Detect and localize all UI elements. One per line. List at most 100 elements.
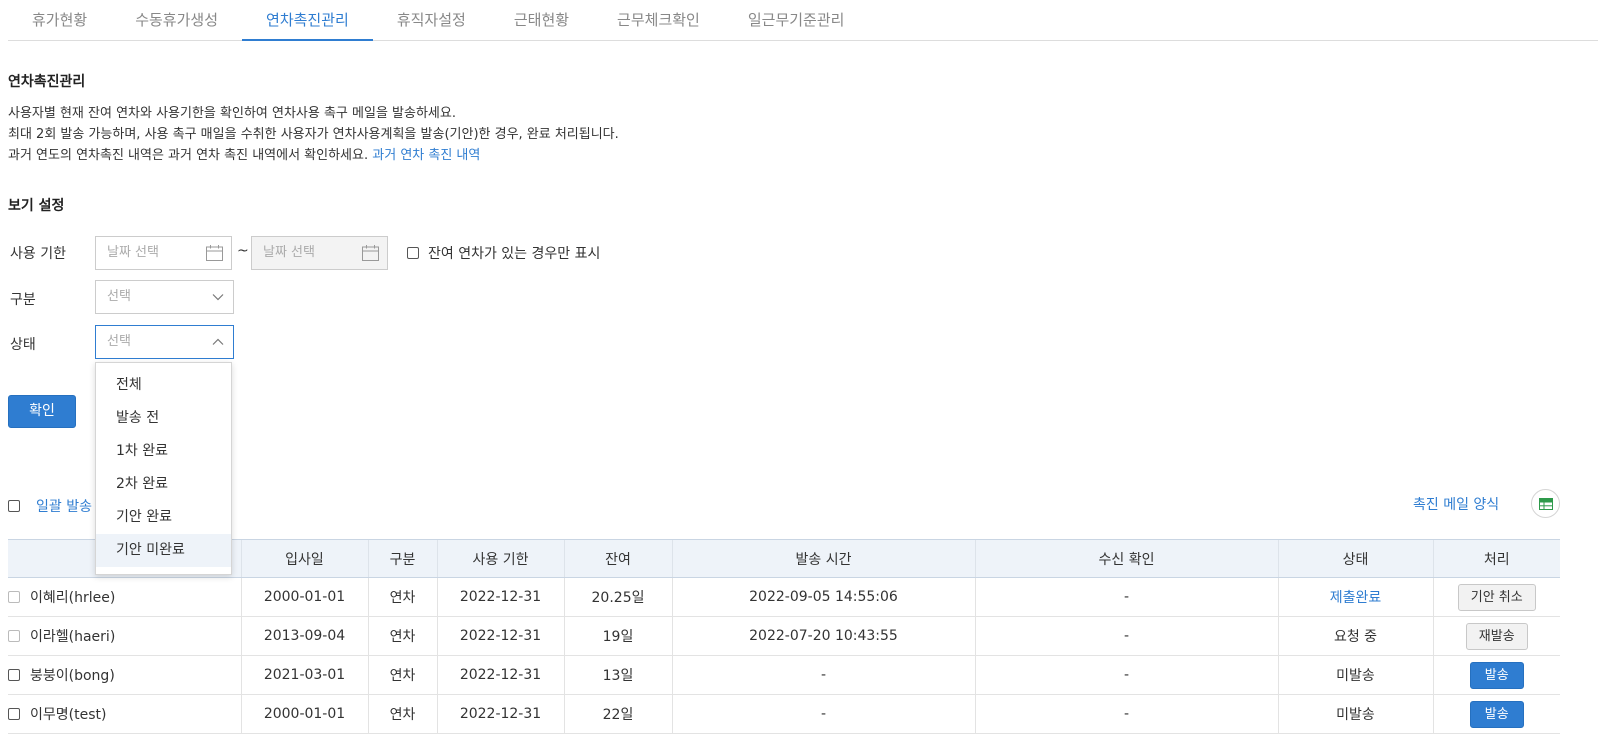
- deadline-cell: 2022-12-31: [436, 616, 564, 656]
- send-button[interactable]: 발송: [1469, 700, 1524, 728]
- usage-period-label: 사용 기한: [10, 246, 66, 262]
- status-cell: 미발송: [1277, 694, 1433, 734]
- table-row: 이라헬(haeri) 2013-09-04 연차 2022-12-31 19일 …: [8, 616, 1560, 656]
- row-checkbox[interactable]: [8, 630, 20, 642]
- chevron-up-icon: [212, 338, 224, 345]
- deadline-cell: 2022-12-31: [436, 577, 564, 617]
- spreadsheet-icon: [1539, 498, 1553, 510]
- row-checkbox[interactable]: [8, 591, 20, 603]
- row-checkbox[interactable]: [8, 708, 20, 720]
- tab-daily-work-standard[interactable]: 일근무기준관리: [724, 0, 869, 41]
- table-header-row: 입사일 구분 사용 기한 잔여 발송 시간 수신 확인 상태 처리: [8, 539, 1560, 578]
- status-placeholder: 선택: [107, 334, 131, 349]
- top-tab-bar: 휴가현황 수동휴가생성 연차촉진관리 휴직자설정 근태현황 근무체크확인 일근무…: [8, 0, 1598, 41]
- tab-annual-promotion[interactable]: 연차촉진관리: [242, 0, 373, 41]
- deadline-cell: 2022-12-31: [436, 694, 564, 734]
- desc-line-3: 과거 연도의 연차촉진 내역은 과거 연차 촉진 내역에서 확인하세요. 과거 …: [8, 145, 619, 166]
- col-header-status: 상태: [1277, 539, 1433, 578]
- past-promotion-link[interactable]: 과거 연차 촉진 내역: [372, 148, 480, 163]
- bulk-send-link[interactable]: 일괄 발송: [36, 496, 92, 516]
- tab-vacation-status[interactable]: 휴가현황: [8, 0, 111, 41]
- desc-line-1: 사용자별 현재 잔여 연차와 사용기한을 확인하여 연차사용 촉구 메일을 발송…: [8, 106, 456, 121]
- tab-work-check[interactable]: 근무체크확인: [593, 0, 724, 41]
- user-name: 이무명(test): [30, 707, 107, 723]
- mail-template-link[interactable]: 촉진 메일 양식: [1413, 494, 1499, 514]
- promotion-table: 입사일 구분 사용 기한 잔여 발송 시간 수신 확인 상태 처리 이혜리(hr…: [8, 539, 1560, 734]
- name-cell: 이라헬(haeri): [8, 616, 241, 656]
- category-label: 구분: [10, 292, 36, 308]
- status-submitted-link[interactable]: 제출완료: [1330, 590, 1382, 606]
- send-button[interactable]: 발송: [1469, 661, 1524, 689]
- action-cell: 발송: [1432, 655, 1560, 695]
- cancel-draft-button[interactable]: 기안 취소: [1457, 583, 1536, 611]
- received-cell: -: [974, 577, 1278, 617]
- status-cell: 제출완료: [1277, 577, 1433, 617]
- status-cell: 요청 중: [1277, 616, 1433, 656]
- sent-time-cell: 2022-09-05 14:55:06: [671, 577, 975, 617]
- tab-leave-settings[interactable]: 휴직자설정: [373, 0, 490, 41]
- sent-time-cell: 2022-07-20 10:43:55: [671, 616, 975, 656]
- received-cell: -: [974, 655, 1278, 695]
- type-cell: 연차: [367, 577, 437, 617]
- select-all-checkbox[interactable]: [8, 500, 20, 512]
- confirm-button[interactable]: 확인: [8, 395, 76, 428]
- category-placeholder: 선택: [107, 289, 131, 304]
- remaining-only-label: 잔여 연차가 있는 경우만 표시: [428, 246, 601, 262]
- user-name: 붕붕이(bong): [30, 668, 115, 684]
- action-cell: 기안 취소: [1432, 577, 1560, 617]
- remaining-cell: 13일: [563, 655, 672, 695]
- name-cell: 붕붕이(bong): [8, 655, 241, 695]
- date-range-tilde: ~: [237, 243, 249, 259]
- col-header-received: 수신 확인: [974, 539, 1278, 578]
- user-name: 이혜리(hrlee): [30, 590, 116, 606]
- join-date-cell: 2021-03-01: [240, 655, 368, 695]
- status-cell: 미발송: [1277, 655, 1433, 695]
- end-date-placeholder: 날짜 선택: [263, 245, 315, 260]
- name-cell: 이혜리(hrlee): [8, 577, 241, 617]
- remaining-only-option: 잔여 연차가 있는 경우만 표시: [407, 243, 600, 263]
- sent-time-cell: -: [671, 655, 975, 695]
- end-date-input[interactable]: 날짜 선택: [251, 236, 388, 270]
- join-date-cell: 2000-01-01: [240, 694, 368, 734]
- col-header-deadline: 사용 기한: [436, 539, 564, 578]
- col-header-type: 구분: [367, 539, 437, 578]
- desc-line-2: 최대 2회 발송 가능하며, 사용 촉구 매일을 수취한 사용자가 연차사용계획…: [8, 127, 619, 142]
- join-date-cell: 2000-01-01: [240, 577, 368, 617]
- action-cell: 발송: [1432, 694, 1560, 734]
- deadline-cell: 2022-12-31: [436, 655, 564, 695]
- status-option-first-done[interactable]: 1차 완료: [96, 435, 231, 468]
- remaining-only-checkbox[interactable]: [407, 247, 419, 259]
- excel-download-button[interactable]: [1531, 489, 1560, 518]
- status-option-all[interactable]: 전체: [96, 369, 231, 402]
- bulk-send-bar: 일괄 발송: [8, 496, 92, 516]
- calendar-icon: [206, 245, 223, 261]
- status-dropdown-menu: 전체 발송 전 1차 완료 2차 완료 기안 완료 기안 미완료: [95, 362, 232, 575]
- status-option-before-send[interactable]: 발송 전: [96, 402, 231, 435]
- status-label: 상태: [10, 337, 36, 353]
- col-header-sent-time: 발송 시간: [671, 539, 975, 578]
- remaining-cell: 19일: [563, 616, 672, 656]
- page-title: 연차촉진관리: [8, 74, 86, 90]
- start-date-placeholder: 날짜 선택: [107, 245, 159, 260]
- status-option-draft-done[interactable]: 기안 완료: [96, 501, 231, 534]
- tab-attendance-status[interactable]: 근태현황: [490, 0, 593, 41]
- user-name: 이라헬(haeri): [30, 629, 116, 645]
- table-row: 붕붕이(bong) 2021-03-01 연차 2022-12-31 13일 -…: [8, 655, 1560, 695]
- desc-line-3-text: 과거 연도의 연차촉진 내역은 과거 연차 촉진 내역에서 확인하세요.: [8, 148, 369, 163]
- received-cell: -: [974, 616, 1278, 656]
- col-header-action: 처리: [1432, 539, 1560, 578]
- resend-button[interactable]: 재발송: [1465, 622, 1528, 650]
- page-description: 사용자별 현재 잔여 연차와 사용기한을 확인하여 연차사용 촉구 메일을 발송…: [8, 103, 619, 166]
- category-select[interactable]: 선택: [95, 280, 234, 314]
- start-date-input[interactable]: 날짜 선택: [95, 236, 232, 270]
- view-settings-title: 보기 설정: [8, 198, 65, 214]
- type-cell: 연차: [367, 694, 437, 734]
- tab-manual-vacation[interactable]: 수동휴가생성: [111, 0, 242, 41]
- status-option-second-done[interactable]: 2차 완료: [96, 468, 231, 501]
- col-header-remaining: 잔여: [563, 539, 672, 578]
- status-select[interactable]: 선택: [95, 325, 234, 359]
- type-cell: 연차: [367, 655, 437, 695]
- received-cell: -: [974, 694, 1278, 734]
- row-checkbox[interactable]: [8, 669, 20, 681]
- status-option-draft-not-done[interactable]: 기안 미완료: [96, 534, 231, 567]
